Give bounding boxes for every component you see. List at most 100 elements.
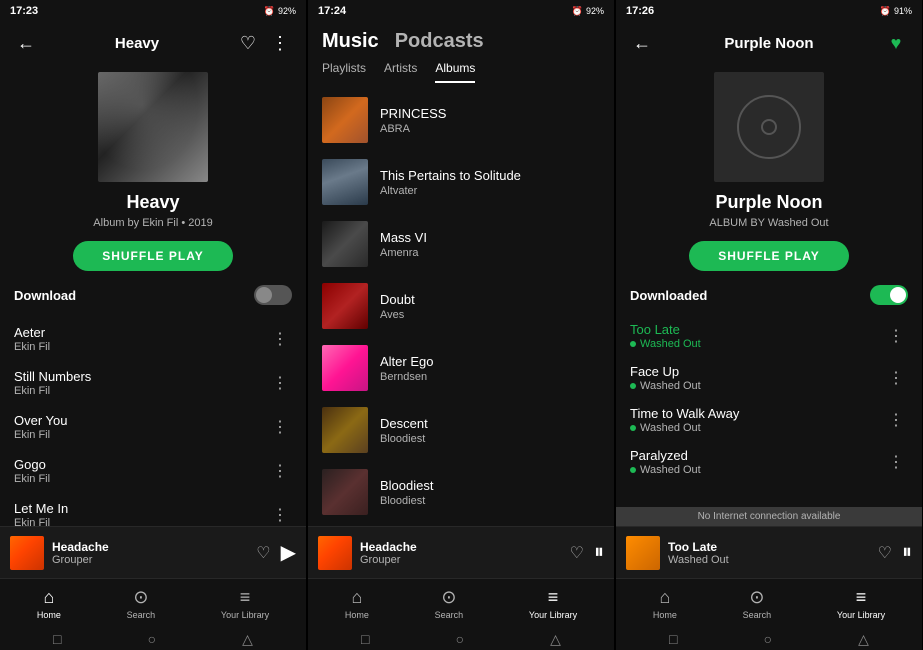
np-pause-2[interactable]: ⏸ (594, 541, 604, 564)
nav-search-2[interactable]: ⊙ Search (427, 583, 472, 624)
nav-search-3[interactable]: ⊙ Search (735, 583, 780, 624)
album-title-1: Heavy (14, 192, 292, 213)
shuffle-play-btn-1[interactable]: SHUFFLE PLAY (73, 241, 233, 271)
album-name-descent: Descent (380, 416, 600, 431)
library-label-2: Your Library (529, 610, 577, 620)
song-more-4[interactable]: ⋮ (884, 450, 908, 474)
np-heart-2[interactable]: ♡ (570, 543, 584, 563)
track-artist-5: Ekin Fil (14, 517, 268, 526)
track-more-2[interactable]: ⋮ (268, 371, 292, 395)
song-item-4[interactable]: Paralyzed Washed Out ⋮ (630, 441, 908, 483)
np-play-1[interactable]: ▶ (281, 540, 296, 565)
downloaded-row-3: Downloaded (630, 285, 908, 305)
heart-icon-1[interactable]: ♡ (236, 33, 260, 54)
track-more-5[interactable]: ⋮ (268, 503, 292, 526)
album-thumb-solitude (322, 159, 368, 205)
np-artist-1: Grouper (52, 554, 256, 566)
library-icon-2: ≡ (548, 587, 559, 608)
np-title-3: Too Late (668, 540, 878, 554)
album-list: PRINCESS ABRA This Pertains to Solitude … (308, 89, 614, 526)
album-art-heavy (98, 72, 208, 182)
search-label-2: Search (435, 610, 464, 620)
list-item[interactable]: Descent Bloodiest (308, 399, 614, 461)
np-artist-3: Washed Out (668, 554, 878, 566)
track-item-4[interactable]: Gogo Ekin Fil ⋮ (14, 449, 292, 493)
song-name-3: Time to Walk Away (630, 406, 884, 421)
np-heart-3[interactable]: ♡ (878, 543, 892, 563)
back-icon-3[interactable]: ← (630, 33, 654, 54)
list-item[interactable]: Mass VI Amenra (308, 213, 614, 275)
more-icon-1[interactable]: ⋮ (268, 33, 292, 54)
shuffle-play-btn-3[interactable]: SHUFFLE PLAY (689, 241, 849, 271)
track-name-3: Over You (14, 413, 268, 428)
list-item[interactable]: Bloodiest Bloodiest (308, 461, 614, 523)
song-name-1: Too Late (630, 322, 884, 337)
library-icon-3: ≡ (856, 587, 867, 608)
song-more-1[interactable]: ⋮ (884, 324, 908, 348)
status-bar-1: 17:23 ⏰ 92% (0, 0, 306, 22)
album-thumb-alterego (322, 345, 368, 391)
tab-artists[interactable]: Artists (384, 61, 417, 83)
search-icon-2: ⊙ (441, 587, 456, 608)
song-artist-1: Washed Out (630, 338, 884, 350)
track-item-5[interactable]: Let Me In Ekin Fil ⋮ (14, 493, 292, 526)
now-playing-bar-3[interactable]: Too Late Washed Out ♡ ⏸ (616, 526, 922, 578)
song-item-2[interactable]: Face Up Washed Out ⋮ (630, 357, 908, 399)
list-item[interactable]: Alter Ego Berndsen (308, 337, 614, 399)
alarm-icon-3: ⏰ (880, 6, 891, 17)
song-more-3[interactable]: ⋮ (884, 408, 908, 432)
tab-podcasts[interactable]: Podcasts (395, 30, 484, 53)
gesture-circle-3: ○ (764, 631, 772, 647)
track-more-1[interactable]: ⋮ (268, 327, 292, 351)
back-icon-1[interactable]: ← (14, 33, 38, 54)
track-more-4[interactable]: ⋮ (268, 459, 292, 483)
track-name-1: Aeter (14, 325, 268, 340)
list-item[interactable]: This Pertains to Solitude Altvater (308, 151, 614, 213)
now-playing-bar-2[interactable]: Headache Grouper ♡ ⏸ (308, 526, 614, 578)
nav-home-3[interactable]: ⌂ Home (645, 583, 685, 624)
np-pause-3[interactable]: ⏸ (902, 541, 912, 564)
downloaded-toggle-3[interactable] (870, 285, 908, 305)
search-icon-1: ⊙ (133, 587, 148, 608)
now-playing-bar-1[interactable]: Headache Grouper ♡ ▶ (0, 526, 306, 578)
tab-albums[interactable]: Albums (435, 61, 475, 83)
lib-header: Music Podcasts Playlists Artists Albums (308, 22, 614, 89)
track-item-2[interactable]: Still Numbers Ekin Fil ⋮ (14, 361, 292, 405)
battery-2: 92% (586, 6, 604, 16)
home-icon-2: ⌂ (351, 587, 362, 608)
nav-search-1[interactable]: ⊙ Search (119, 583, 164, 624)
list-item[interactable]: Doubt Aves (308, 275, 614, 337)
heart-icon-3[interactable]: ♥ (884, 33, 908, 54)
album-art-container-1 (14, 64, 292, 192)
panel1-content: Heavy Album by Ekin Fil • 2019 SHUFFLE P… (0, 64, 306, 526)
song-more-2[interactable]: ⋮ (884, 366, 908, 390)
nav-library-2[interactable]: ≡ Your Library (521, 583, 585, 624)
album-name-princess: PRINCESS (380, 106, 600, 121)
album-art-container-3 (630, 64, 908, 192)
np-controls-3: ♡ ⏸ (878, 541, 912, 564)
nav-library-3[interactable]: ≡ Your Library (829, 583, 893, 624)
status-icons-1: ⏰ 92% (264, 6, 296, 17)
list-item[interactable]: PRINCESS ABRA (308, 89, 614, 151)
track-item-1[interactable]: Aeter Ekin Fil ⋮ (14, 317, 292, 361)
song-item-1[interactable]: Too Late Washed Out ⋮ (630, 315, 908, 357)
track-item-3[interactable]: Over You Ekin Fil ⋮ (14, 405, 292, 449)
song-name-4: Paralyzed (630, 448, 884, 463)
album-thumb-bloodiest (322, 469, 368, 515)
nav-home-1[interactable]: ⌂ Home (29, 583, 69, 624)
album-thumb-doubt (322, 283, 368, 329)
track-name-4: Gogo (14, 457, 268, 472)
nav-home-2[interactable]: ⌂ Home (337, 583, 377, 624)
tab-music[interactable]: Music (322, 30, 379, 53)
track-artist-4: Ekin Fil (14, 473, 268, 485)
np-heart-1[interactable]: ♡ (256, 543, 270, 563)
nav-library-1[interactable]: ≡ Your Library (213, 583, 277, 624)
tab-playlists[interactable]: Playlists (322, 61, 366, 83)
track-more-3[interactable]: ⋮ (268, 415, 292, 439)
album-artist-alterego: Berndsen (380, 371, 600, 383)
download-toggle-1[interactable] (254, 285, 292, 305)
song-item-3[interactable]: Time to Walk Away Washed Out ⋮ (630, 399, 908, 441)
page-title-1: Heavy (38, 35, 236, 52)
album-artist-bloodiest: Bloodiest (380, 495, 600, 507)
track-artist-3: Ekin Fil (14, 429, 268, 441)
